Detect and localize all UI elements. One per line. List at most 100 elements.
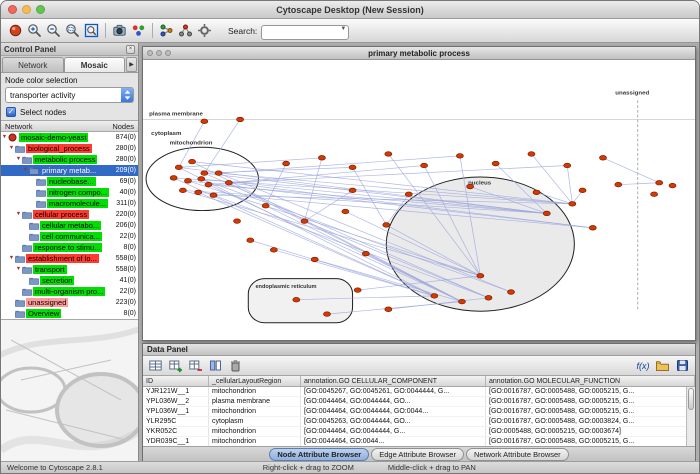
clear-table-icon[interactable] <box>226 356 245 375</box>
disclosure-triangle-icon[interactable]: ▼ <box>15 267 22 273</box>
tree-row[interactable]: ▼metabolic process280(0) <box>1 154 138 165</box>
tab-node-attribute-browser[interactable]: Node Attribute Browser <box>269 448 369 461</box>
graph-node[interactable] <box>201 171 208 176</box>
table-scrollbar-thumb[interactable] <box>688 388 694 410</box>
select-nodes-checkbox[interactable]: ✓ <box>6 107 16 117</box>
graph-node[interactable] <box>533 190 540 195</box>
network-view-titlebar[interactable]: primary metabolic process <box>143 47 695 60</box>
tree-row[interactable]: response to stimu...8(0) <box>1 242 138 253</box>
tree-row[interactable]: ▼biological_process280(0) <box>1 143 138 154</box>
tree-row[interactable]: macromolecule...311(0) <box>1 198 138 209</box>
graph-node[interactable] <box>528 152 535 157</box>
table-row[interactable]: YJR121W__1mitochondrion[GO:0045267, GO:0… <box>143 387 695 397</box>
graph-node[interactable] <box>477 273 484 278</box>
delete-attribute-icon[interactable] <box>186 356 205 375</box>
graph-node[interactable] <box>293 297 300 302</box>
zoom-out-icon[interactable] <box>44 21 63 40</box>
graph-node[interactable] <box>458 299 465 304</box>
graph-node[interactable] <box>349 165 356 170</box>
graph-node[interactable] <box>195 190 202 195</box>
tree-row[interactable]: nucleobase...69(0) <box>1 176 138 187</box>
disclosure-triangle-icon[interactable]: ▼ <box>1 135 8 141</box>
network-close-button[interactable] <box>147 50 153 56</box>
disclosure-triangle-icon[interactable]: ▼ <box>15 157 22 163</box>
table-scrollbar[interactable] <box>686 387 695 446</box>
select-attributes-icon[interactable] <box>146 356 165 375</box>
tree-row[interactable]: ▼mosaic-demo-yeast874(0) <box>1 132 138 143</box>
tree-row[interactable]: secretion41(0) <box>1 275 138 286</box>
graph-node[interactable] <box>234 219 241 224</box>
graph-node[interactable] <box>431 294 438 299</box>
graph-node[interactable] <box>270 248 277 253</box>
graph-edge[interactable] <box>603 158 659 183</box>
graph-node[interactable] <box>508 290 515 295</box>
disclosure-triangle-icon[interactable]: ▼ <box>8 256 15 262</box>
graph-node[interactable] <box>318 156 325 161</box>
column-header[interactable]: annotation.GO CELLULAR_COMPONENT <box>301 376 486 386</box>
graph-edge[interactable] <box>618 183 659 185</box>
graph-node[interactable] <box>349 188 356 193</box>
table-row[interactable]: YPL036W__1mitochondrion[GO:0044464, GO:0… <box>143 407 695 417</box>
graph-node[interactable] <box>210 193 217 198</box>
graph-node[interactable] <box>485 296 492 301</box>
graph-node[interactable] <box>543 211 550 216</box>
select-nodes-option[interactable]: ✓ Select nodes <box>1 105 138 120</box>
tree-header-nodes[interactable]: Nodes <box>112 122 134 131</box>
graph-node[interactable] <box>189 159 196 164</box>
graph-node[interactable] <box>385 307 392 312</box>
search-dropdown-arrow-icon[interactable]: ▼ <box>340 26 346 32</box>
graph-edge[interactable] <box>353 167 387 225</box>
disclosure-triangle-icon[interactable]: ▼ <box>22 168 29 174</box>
graph-node[interactable] <box>225 180 232 185</box>
create-attribute-icon[interactable] <box>166 356 185 375</box>
tree-row[interactable]: ▼cellular process220(0) <box>1 209 138 220</box>
graph-node[interactable] <box>421 163 428 168</box>
select-columns-icon[interactable] <box>206 356 225 375</box>
graph-node[interactable] <box>669 183 676 188</box>
tree-row[interactable]: ▼establishment of lo...558(0) <box>1 253 138 264</box>
network-canvas[interactable]: plasma membranecytoplasmmitochondrionnuc… <box>143 60 695 340</box>
zoom-selected-region-icon[interactable] <box>63 21 82 40</box>
graph-node[interactable] <box>170 176 177 181</box>
network-minimize-button[interactable] <box>156 50 162 56</box>
graph-node[interactable] <box>311 257 318 262</box>
zoom-fit-content-icon[interactable] <box>82 21 101 40</box>
tree-row[interactable]: unassigned223(0) <box>1 297 138 308</box>
column-header[interactable]: annotation.GO MOLECULAR_FUNCTION <box>486 376 695 386</box>
table-row[interactable]: YPL036W__2plasma membrane[GO:0044464, GO… <box>143 397 695 407</box>
tree-row[interactable]: cellular metabo...206(0) <box>1 220 138 231</box>
graph-node[interactable] <box>569 202 576 207</box>
graph-node[interactable] <box>385 152 392 157</box>
tree-row[interactable]: nitrogen compo...40(0) <box>1 187 138 198</box>
tab-mosaic[interactable]: Mosaic <box>64 57 126 72</box>
window-titlebar[interactable]: Cytoscape Desktop (New Session) <box>1 1 699 19</box>
table-row[interactable]: YDR039C__1mitochondrion[GO:0044464, GO:0… <box>143 437 695 446</box>
maximize-window-button[interactable] <box>36 5 45 14</box>
graph-node[interactable] <box>656 180 663 185</box>
annotation-icon[interactable] <box>176 21 195 40</box>
network-overview-thumbnail[interactable] <box>1 319 138 461</box>
graph-node[interactable] <box>492 161 499 166</box>
graph-node[interactable] <box>600 156 607 161</box>
disclosure-triangle-icon[interactable]: ▼ <box>15 212 22 218</box>
network-maximize-button[interactable] <box>165 50 171 56</box>
save-attributes-icon[interactable] <box>673 356 692 375</box>
tab-network[interactable]: Network <box>2 57 64 72</box>
plugin-manager-icon[interactable] <box>195 21 214 40</box>
tree-row[interactable]: Overview8(0) <box>1 308 138 319</box>
graph-node[interactable] <box>201 119 208 124</box>
graph-node[interactable] <box>215 171 222 176</box>
tree-row[interactable]: cell communica...22(0) <box>1 231 138 242</box>
minimize-window-button[interactable] <box>22 5 31 14</box>
graph-node[interactable] <box>237 117 244 122</box>
tab-network-attribute-browser[interactable]: Network Attribute Browser <box>466 448 569 461</box>
graph-node[interactable] <box>405 192 412 197</box>
control-panel-close-button[interactable]: × <box>126 45 135 54</box>
graph-node[interactable] <box>383 223 390 228</box>
network-overview-icon[interactable] <box>6 21 25 40</box>
graph-node[interactable] <box>579 188 586 193</box>
tree-row[interactable]: ▼transport558(0) <box>1 264 138 275</box>
tree-header-network[interactable]: Network <box>5 122 33 131</box>
graph-node[interactable] <box>324 312 331 317</box>
graph-node[interactable] <box>354 288 361 293</box>
